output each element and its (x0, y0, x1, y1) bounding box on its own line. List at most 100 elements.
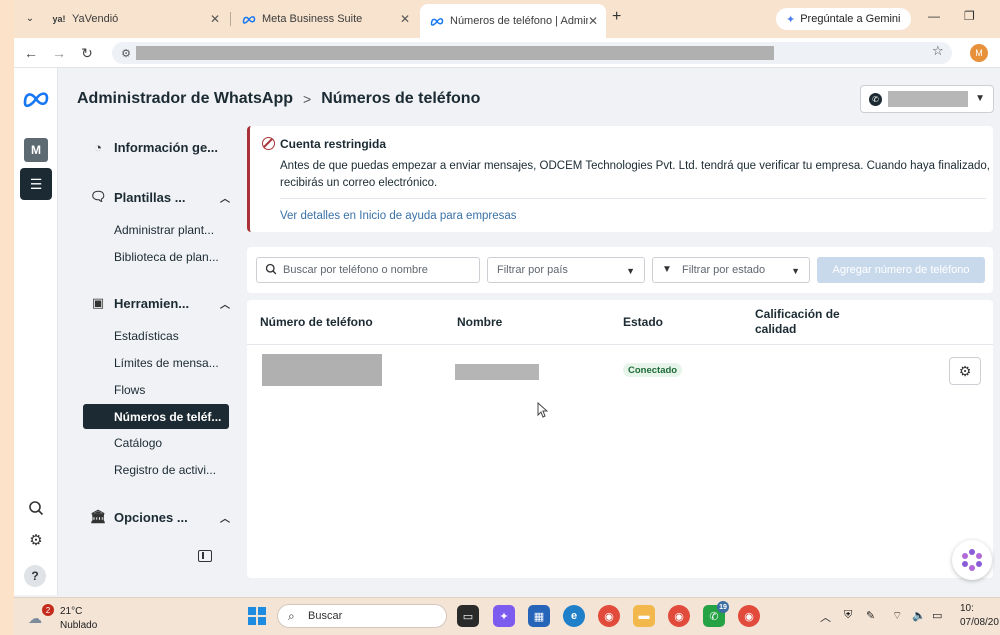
chat-bubble-icon: 🗨 (90, 189, 107, 204)
phone-search-field[interactable] (256, 257, 480, 283)
windows-start-icon[interactable] (248, 607, 266, 625)
filter-funnel-icon: ▼ (662, 264, 672, 275)
reload-icon[interactable]: ↻ (78, 44, 96, 62)
country-filter-select[interactable]: Filtrar por país ▼ (487, 257, 645, 283)
row-settings-gear-icon[interactable]: ⚙ (949, 357, 981, 385)
tab-label: Meta Business Suite (262, 13, 363, 25)
tab-search-chevron-icon[interactable]: ⌄ (22, 10, 38, 26)
filter-bar: Filtrar por país ▼ ▼ Filtrar por estado … (247, 247, 993, 293)
meta-favicon-icon (430, 14, 444, 28)
breadcrumb: Administrador de WhatsApp > Números de t… (77, 90, 480, 108)
mouse-cursor-icon (537, 401, 549, 421)
prohibited-icon (262, 137, 275, 150)
new-tab-button[interactable]: + (612, 8, 621, 26)
profile-avatar[interactable]: M (970, 44, 988, 62)
collapse-sidebar-icon[interactable] (198, 550, 212, 562)
minimize-window-icon[interactable]: — (928, 9, 940, 23)
add-phone-number-button[interactable]: Agregar número de teléfono (817, 257, 985, 283)
tab-meta-business-suite[interactable]: Meta Business Suite ✕ (232, 6, 418, 32)
sidebar-group-informacion[interactable]: ◔ Información ge... (90, 140, 230, 155)
store-icon[interactable]: ▦ (528, 605, 550, 627)
meta-logo-icon[interactable] (22, 90, 50, 108)
chevron-up-icon[interactable]: ︿ (220, 296, 230, 311)
search-input[interactable] (283, 262, 473, 278)
weather-widget[interactable]: ☁ 2 21°C Nublado (22, 602, 102, 632)
menu-hamburger-icon[interactable]: ☰ (20, 168, 52, 200)
browser-tab-strip: ⌄ ya! YaVendió ✕ Meta Business Suite ✕ N… (14, 0, 1000, 38)
wifi-icon[interactable]: ⌔ (892, 609, 902, 623)
sidebar-item-estadisticas[interactable]: Estadísticas (114, 329, 226, 343)
sidebar-item-administrar-plantillas[interactable]: Administrar plant... (114, 223, 226, 237)
sidebar-item-flows[interactable]: Flows (114, 383, 226, 397)
address-bar[interactable]: ⚙ (112, 42, 952, 64)
site-settings-icon[interactable]: ⚙ (118, 45, 134, 61)
clock-date[interactable]: 07/08/20 (960, 617, 999, 628)
tab-label: Números de teléfono | Adminis (450, 15, 588, 27)
gemini-sparkle-icon: ✦ (786, 13, 796, 26)
chrome-profile-icon[interactable]: ◉ (738, 605, 760, 627)
cloud-icon: ☁ (28, 610, 42, 626)
battery-icon[interactable]: ▭ (932, 609, 942, 622)
caret-down-icon: ▼ (626, 266, 635, 276)
search-icon (265, 263, 277, 278)
chrome-icon[interactable]: ◉ (598, 605, 620, 627)
country-filter-label: Filtrar por país (497, 264, 568, 276)
search-icon[interactable] (26, 498, 46, 518)
tab-numeros-de-telefono[interactable]: Números de teléfono | Adminis ✕ (420, 4, 606, 38)
close-tab-icon[interactable]: ✕ (400, 12, 410, 26)
pen-icon[interactable]: ✎ (866, 609, 875, 622)
column-header-quality: Calificación de calidad (755, 307, 840, 336)
whatsapp-icon: ✆ (869, 92, 882, 106)
copilot-icon[interactable]: ✦ (493, 605, 515, 627)
sidebar-item-catalogo[interactable]: Catálogo (114, 436, 226, 450)
help-center-link[interactable]: Ver detalles en Inicio de ayuda para emp… (280, 210, 517, 222)
close-tab-icon[interactable]: ✕ (210, 12, 220, 26)
chevron-up-icon[interactable]: ︿ (220, 190, 230, 205)
sidebar-group-herramientas[interactable]: ▣ Herramien... ︿ (90, 295, 230, 311)
sidebar-item-registro-actividad[interactable]: Registro de activi... (114, 463, 226, 477)
security-shield-icon[interactable]: ⛨ (844, 609, 852, 622)
forward-arrow-icon[interactable]: → (50, 44, 68, 62)
sidebar-group-opciones[interactable]: 🏛 Opciones ... ︿ (90, 509, 230, 525)
gemini-button[interactable]: ✦ Pregúntale a Gemini (776, 8, 911, 30)
bookmark-star-icon[interactable]: ☆ (932, 43, 944, 59)
breadcrumb-root[interactable]: Administrador de WhatsApp (77, 90, 293, 108)
status-filter-label: Filtrar por estado (682, 264, 766, 276)
restore-window-icon[interactable]: ❐ (964, 9, 975, 23)
chevron-up-icon[interactable]: ︿ (220, 510, 230, 525)
account-avatar[interactable]: M (24, 138, 48, 162)
sidebar-group-label: Plantillas ... (114, 189, 186, 205)
search-icon: ⌕ (288, 609, 295, 623)
file-explorer-icon[interactable]: ▬ (633, 605, 655, 627)
help-question-icon[interactable]: ? (24, 565, 46, 587)
meta-ai-assistant-button[interactable] (952, 540, 992, 580)
clock-time[interactable]: 10: (960, 603, 974, 614)
whatsapp-account-selector[interactable]: ✆ ▼ (860, 85, 994, 113)
weather-temperature: 21°C (60, 606, 83, 617)
tray-overflow-chevron-icon[interactable]: ︿ (820, 609, 831, 625)
whatsapp-unread-badge: 19 (717, 601, 729, 613)
whatsapp-app-icon[interactable]: ✆ 19 (703, 601, 729, 627)
chrome-profile-icon[interactable]: ◉ (668, 605, 690, 627)
close-tab-icon[interactable]: ✕ (588, 14, 598, 28)
redacted-account-name (888, 91, 968, 107)
restricted-account-alert: Cuenta restringida Antes de que puedas e… (247, 126, 993, 232)
sidebar-group-label: Información ge... (114, 140, 219, 155)
meta-favicon-icon (242, 12, 256, 26)
task-view-icon[interactable]: ▭ (457, 605, 479, 627)
volume-icon[interactable]: 🔈 (912, 609, 926, 622)
back-arrow-icon[interactable]: ← (22, 44, 40, 62)
sidebar-item-numeros-telefono[interactable]: Números de teléf... (83, 404, 229, 429)
settings-gear-icon[interactable]: ⚙ (26, 530, 46, 550)
status-filter-select[interactable]: ▼ Filtrar por estado ▼ (652, 257, 810, 283)
sidebar-group-plantillas[interactable]: 🗨 Plantillas ... ︿ (90, 189, 230, 205)
taskbar-search[interactable]: ⌕ Buscar (277, 604, 447, 628)
edge-icon[interactable]: e (563, 605, 585, 627)
sidebar-item-biblioteca-plantillas[interactable]: Biblioteca de plan... (114, 250, 226, 264)
screen: ⌄ ya! YaVendió ✕ Meta Business Suite ✕ N… (14, 0, 1000, 635)
sidebar-item-limites-mensajes[interactable]: Límites de mensa... (114, 356, 226, 370)
alert-divider (280, 198, 986, 199)
breadcrumb-separator: > (303, 91, 312, 107)
tab-yavendio[interactable]: ya! YaVendió ✕ (42, 6, 228, 32)
sidebar-group-label: Herramien... (114, 295, 190, 311)
